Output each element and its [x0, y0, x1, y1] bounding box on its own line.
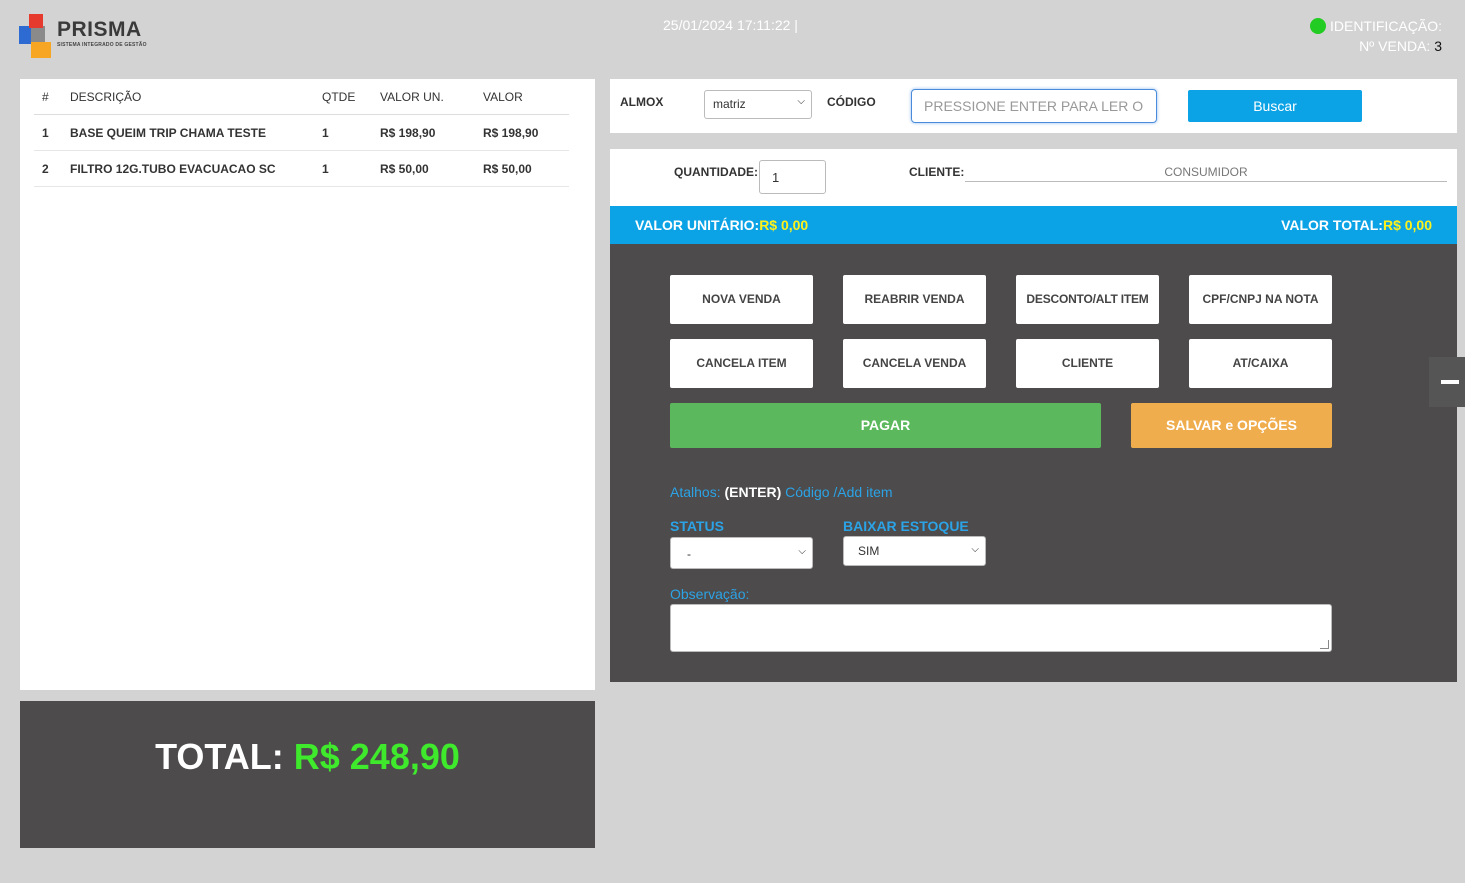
- table-row[interactable]: 2 FILTRO 12G.TUBO EVACUACAO SC 1 R$ 50,0…: [34, 150, 569, 187]
- shortcuts-key: (ENTER): [724, 484, 782, 500]
- cell-quantity: 1: [321, 114, 379, 151]
- chevron-down-icon: ⌵: [971, 544, 979, 555]
- total-display: TOTAL: R$ 248,90: [20, 736, 595, 778]
- codigo-label: CÓDIGO: [827, 95, 876, 109]
- cell-unit-value: R$ 50,00: [379, 150, 482, 187]
- pagar-button[interactable]: PAGAR: [670, 403, 1101, 448]
- col-header-value: VALOR: [482, 79, 569, 115]
- total-value-label: VALOR TOTAL:: [1281, 217, 1383, 233]
- col-header-number: #: [34, 79, 69, 115]
- cell-number: 2: [34, 150, 69, 187]
- shortcuts-hint: Atalhos: (ENTER) Código /Add item: [670, 484, 893, 500]
- nova-venda-button[interactable]: NOVA VENDA: [670, 275, 813, 324]
- resize-grip-icon[interactable]: [1320, 640, 1329, 649]
- cliente-button[interactable]: CLIENTE: [1016, 339, 1159, 388]
- observacao-label: Observação:: [670, 586, 750, 602]
- identification-block: IDENTIFICAÇÃO: Nº VENDA: 3: [1309, 16, 1442, 56]
- actions-panel: NOVA VENDA REABRIR VENDA DESCONTO/ALT IT…: [610, 244, 1457, 682]
- logo-subtitle: SISTEMA INTEGRADO DE GESTÃO: [57, 42, 147, 48]
- datetime: 25/01/2024 17:11:22 |: [663, 17, 798, 33]
- prisma-logo: PRISMA SISTEMA INTEGRADO DE GESTÃO: [19, 14, 159, 60]
- status-value: -: [687, 547, 691, 561]
- side-collapse-tab[interactable]: [1429, 357, 1465, 407]
- bar-total-value: R$ 0,00: [1382, 217, 1432, 233]
- client-panel: QUANTIDADE: 1 CLIENTE: CONSUMIDOR: [610, 149, 1457, 206]
- cell-description: BASE QUEIM TRIP CHAMA TESTE: [69, 114, 321, 151]
- cell-description: FILTRO 12G.TUBO EVACUACAO SC: [69, 150, 321, 187]
- cell-quantity: 1: [321, 150, 379, 187]
- logo-square-red: [29, 14, 43, 28]
- cell-number: 1: [34, 114, 69, 151]
- items-panel: # DESCRIÇÃO QTDE VALOR UN. VALOR 1 BASE …: [20, 79, 595, 690]
- quantity-input[interactable]: 1: [759, 160, 826, 194]
- status-dot-icon: [1309, 18, 1326, 34]
- cliente-field[interactable]: CONSUMIDOR: [965, 163, 1447, 182]
- desconto-alt-item-button[interactable]: DESCONTO/ALT ITEM: [1016, 275, 1159, 324]
- status-select[interactable]: - ⌵: [670, 537, 813, 569]
- cell-value: R$ 50,00: [482, 150, 569, 187]
- salvar-opcoes-button[interactable]: SALVAR e OPÇÕES: [1131, 403, 1332, 448]
- almox-select[interactable]: matriz ⌵: [704, 90, 812, 119]
- cell-value: R$ 198,90: [482, 114, 569, 151]
- col-header-quantity: QTDE: [321, 79, 379, 115]
- shortcuts-desc: Código /Add item: [785, 484, 893, 500]
- unit-value-label: VALOR UNITÁRIO:: [635, 217, 760, 233]
- almox-value: matriz: [713, 97, 746, 111]
- value-bar: VALOR UNITÁRIO:R$ 0,00 VALOR TOTAL:R$ 0,…: [610, 206, 1457, 244]
- unit-value: R$ 0,00: [759, 217, 809, 233]
- buscar-button[interactable]: Buscar: [1188, 90, 1362, 122]
- reabrir-venda-button[interactable]: REABRIR VENDA: [843, 275, 986, 324]
- sale-number: 3: [1434, 38, 1442, 54]
- logo-word: PRISMA: [57, 18, 142, 41]
- minus-icon: [1441, 380, 1459, 384]
- cancela-item-button[interactable]: CANCELA ITEM: [670, 339, 813, 388]
- table-header-row: # DESCRIÇÃO QTDE VALOR UN. VALOR: [34, 79, 569, 115]
- cliente-label: CLIENTE:: [909, 165, 965, 179]
- cell-unit-value: R$ 198,90: [379, 114, 482, 151]
- baixar-estoque-label: BAIXAR ESTOQUE: [843, 518, 969, 534]
- cpf-cnpj-nota-button[interactable]: CPF/CNPJ NA NOTA: [1189, 275, 1332, 324]
- at-caixa-button[interactable]: AT/CAIXA: [1189, 339, 1332, 388]
- unit-value-display: VALOR UNITÁRIO:R$ 0,00: [635, 217, 808, 233]
- status-label: STATUS: [670, 518, 724, 534]
- cancela-venda-button[interactable]: CANCELA VENDA: [843, 339, 986, 388]
- sale-number-label: Nº VENDA:: [1359, 38, 1431, 54]
- total-value: R$ 248,90: [293, 736, 460, 777]
- table-row[interactable]: 1 BASE QUEIM TRIP CHAMA TESTE 1 R$ 198,9…: [34, 114, 569, 151]
- observacao-textarea[interactable]: [670, 604, 1332, 652]
- identification-label: IDENTIFICAÇÃO:: [1329, 18, 1442, 34]
- items-table: # DESCRIÇÃO QTDE VALOR UN. VALOR 1 BASE …: [34, 79, 569, 187]
- total-panel: TOTAL: R$ 248,90: [20, 701, 595, 848]
- total-label: TOTAL:: [155, 736, 284, 777]
- logo-square-orange: [31, 42, 51, 58]
- search-panel: ALMOX matriz ⌵ CÓDIGO PRESSIONE ENTER PA…: [610, 79, 1457, 133]
- baixar-estoque-value: SIM: [858, 544, 880, 558]
- total-value-display: VALOR TOTAL:R$ 0,00: [1281, 217, 1432, 233]
- col-header-description: DESCRIÇÃO: [69, 79, 321, 115]
- chevron-down-icon: ⌵: [797, 96, 805, 107]
- shortcuts-prefix: Atalhos:: [670, 484, 721, 500]
- chevron-down-icon: ⌵: [798, 546, 806, 557]
- almox-label: ALMOX: [620, 95, 664, 109]
- codigo-input[interactable]: PRESSIONE ENTER PARA LER O: [911, 89, 1157, 123]
- baixar-estoque-select[interactable]: SIM ⌵: [843, 536, 986, 566]
- col-header-unit-value: VALOR UN.: [379, 79, 482, 115]
- quantity-label: QUANTIDADE:: [674, 165, 758, 179]
